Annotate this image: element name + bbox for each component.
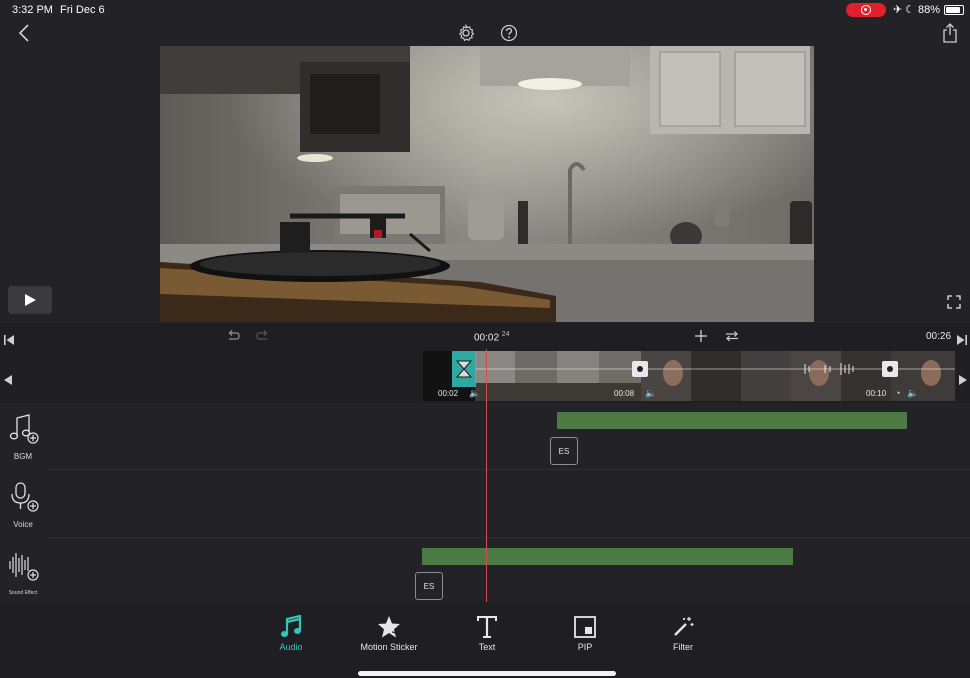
screen-recording-indicator[interactable] <box>846 3 886 17</box>
tab-label: Filter <box>673 642 693 652</box>
expand-icon <box>947 295 961 309</box>
skip-end-icon <box>957 335 967 345</box>
skip-to-start-button[interactable] <box>0 330 18 350</box>
tab-label: Text <box>478 642 496 652</box>
music-note-icon <box>281 615 302 637</box>
add-voice-button[interactable] <box>6 479 40 513</box>
magic-wand-icon <box>674 617 694 636</box>
add-sound-effect-button[interactable] <box>6 548 40 582</box>
transition-marker-selected[interactable] <box>452 351 476 387</box>
undo-icon <box>228 330 240 340</box>
tab-label: Audio <box>279 642 303 652</box>
playhead[interactable] <box>486 349 487 602</box>
video-preview[interactable] <box>160 46 814 322</box>
plus-icon <box>695 330 707 342</box>
home-indicator[interactable] <box>358 671 616 676</box>
sound-effect-es-tag[interactable]: ES <box>415 572 443 600</box>
kitchen-scene-image <box>160 46 814 322</box>
caret-left-icon <box>4 375 12 385</box>
share-icon <box>943 23 957 43</box>
undo-button[interactable] <box>222 327 244 345</box>
total-duration: 00:26 <box>926 331 952 342</box>
volume-icon[interactable]: 🔈 <box>907 388 918 399</box>
voice-track[interactable] <box>0 470 970 537</box>
volume-icon[interactable]: 🔈 <box>469 388 480 399</box>
volume-icon[interactable]: 🔈 <box>645 388 656 399</box>
record-icon <box>861 5 871 15</box>
add-clip-button[interactable] <box>692 327 710 345</box>
tab-motion-sticker[interactable]: Motion Sticker <box>344 612 434 652</box>
scroll-left-button[interactable] <box>0 370 16 390</box>
sound-effect-label: Sound Effect <box>8 590 38 596</box>
waveform-add-icon <box>9 553 39 581</box>
swap-arrows-icon <box>726 331 738 342</box>
pip-icon <box>574 616 596 638</box>
question-mark-icon <box>500 24 518 42</box>
do-not-disturb-icon: ☾ <box>905 4 915 16</box>
share-button[interactable] <box>938 22 962 44</box>
text-icon <box>477 616 497 638</box>
scroll-right-button[interactable] <box>956 370 970 390</box>
current-time-display: 00:02 24 <box>474 331 510 344</box>
bgm-label: BGM <box>13 452 33 461</box>
fullscreen-button[interactable] <box>944 292 964 312</box>
skip-start-icon <box>4 335 14 345</box>
bgm-audio-clip[interactable] <box>557 412 907 429</box>
clip-time-label: 00:10 <box>866 389 887 398</box>
hourglass-icon <box>455 360 473 378</box>
transition-marker[interactable] <box>882 361 898 377</box>
status-bar: 3:32 PM Fri Dec 6 ✈ ☾ 88% <box>0 0 970 20</box>
music-note-add-icon <box>9 414 39 444</box>
tab-audio[interactable]: Audio <box>246 612 336 652</box>
speed-icon[interactable]: ◔ <box>895 388 900 398</box>
video-clip-4[interactable] <box>891 351 955 401</box>
chevron-left-icon <box>18 24 29 42</box>
tab-label: PIP <box>577 642 593 652</box>
video-clip-3[interactable] <box>641 351 891 401</box>
tab-label: Motion Sticker <box>360 642 418 652</box>
tab-pip[interactable]: PIP <box>540 612 630 652</box>
bgm-es-tag[interactable]: ES <box>550 437 578 465</box>
help-button[interactable] <box>498 22 520 44</box>
clip-time-label: 00:02 <box>438 389 459 398</box>
microphone-add-icon <box>11 482 39 512</box>
airplane-mode-icon: ✈ <box>893 4 903 16</box>
status-time: 3:32 PM <box>12 4 53 16</box>
status-date: Fri Dec 6 <box>60 4 105 16</box>
skip-to-end-button[interactable] <box>954 330 970 350</box>
swap-button[interactable] <box>722 327 742 345</box>
battery-icon <box>944 5 964 15</box>
clip-time-label: 00:08 <box>614 389 635 398</box>
caret-right-icon <box>959 375 967 385</box>
tab-filter[interactable]: Filter <box>638 612 728 652</box>
battery-percentage: 88% <box>918 4 941 16</box>
star-sticker-icon <box>378 616 400 638</box>
battery-fill <box>946 7 960 13</box>
sound-effect-audio-clip[interactable] <box>422 548 793 565</box>
tab-text[interactable]: Text <box>442 612 532 652</box>
gear-icon <box>458 24 475 42</box>
redo-icon <box>256 330 268 340</box>
back-button[interactable] <box>12 22 36 44</box>
current-frame: 24 <box>501 331 510 338</box>
add-bgm-button[interactable] <box>6 411 40 445</box>
play-button[interactable] <box>8 286 52 314</box>
redo-button[interactable] <box>252 327 274 345</box>
transition-marker[interactable] <box>632 361 648 377</box>
settings-button[interactable] <box>455 22 477 44</box>
voice-label: Voice <box>13 520 33 529</box>
clip-thumbnail <box>641 351 891 401</box>
clip-thumbnail <box>891 351 955 401</box>
